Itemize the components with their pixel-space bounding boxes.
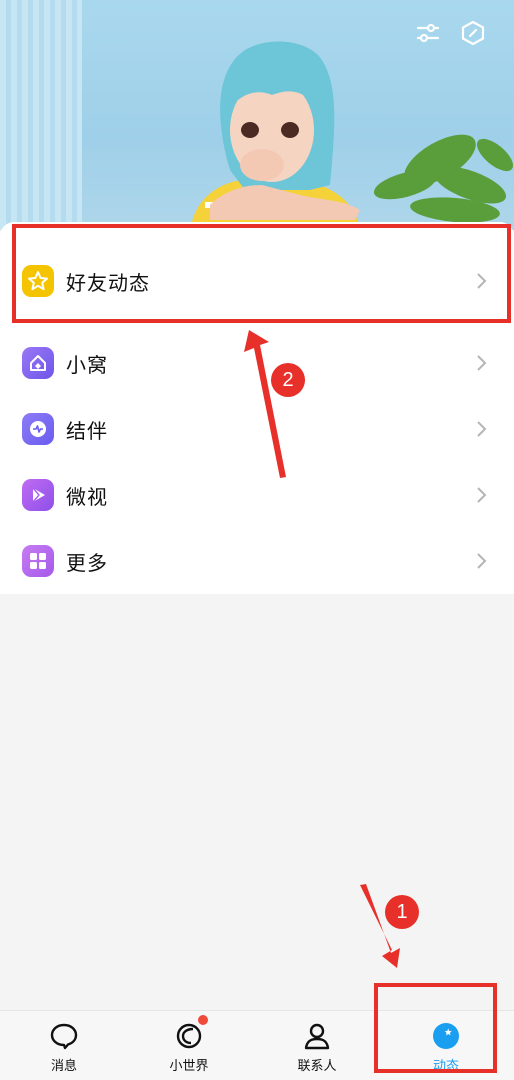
step-number-2: 2 [271,363,305,397]
tab-label: 联系人 [297,1059,337,1074]
menu-item-xiaowo[interactable]: 小窝 [0,330,514,396]
tab-messages[interactable]: 消息 [0,1011,128,1080]
chevron-right-icon [477,487,487,503]
grid-icon [22,545,54,577]
person-icon [304,1023,330,1050]
chevron-right-icon [477,355,487,371]
menu-item-label: 结伴 [66,418,108,443]
tab-label: 消息 [50,1059,77,1074]
settings-sliders-icon[interactable] [411,16,445,50]
profile-banner[interactable] [0,0,514,230]
tab-contacts[interactable]: 联系人 [253,1011,381,1080]
menu-item-label: 小窝 [66,352,108,377]
home-icon [22,347,54,379]
menu-item-jieban[interactable]: 结伴 [0,396,514,462]
play-icon [22,479,54,511]
chevron-right-icon [477,421,487,437]
notification-badge [198,1015,208,1025]
menu-item-label: 微视 [66,484,108,509]
tab-label: 小世界 [169,1059,209,1074]
chat-pulse-icon [22,413,54,445]
chat-bubble-icon [50,1023,78,1050]
empty-content-area [0,594,514,1010]
hexagon-icon[interactable] [456,16,490,50]
planet-icon [176,1023,202,1049]
step-number-1: 1 [385,895,419,929]
menu-item-more[interactable]: 更多 [0,528,514,594]
highlight-box-friend-feed [12,224,511,323]
tab-small-world[interactable]: 小世界 [125,1011,253,1080]
menu-item-weishi[interactable]: 微视 [0,462,514,528]
highlight-box-feed-tab [374,983,497,1073]
chevron-right-icon [477,553,487,569]
menu-item-label: 更多 [66,550,108,575]
